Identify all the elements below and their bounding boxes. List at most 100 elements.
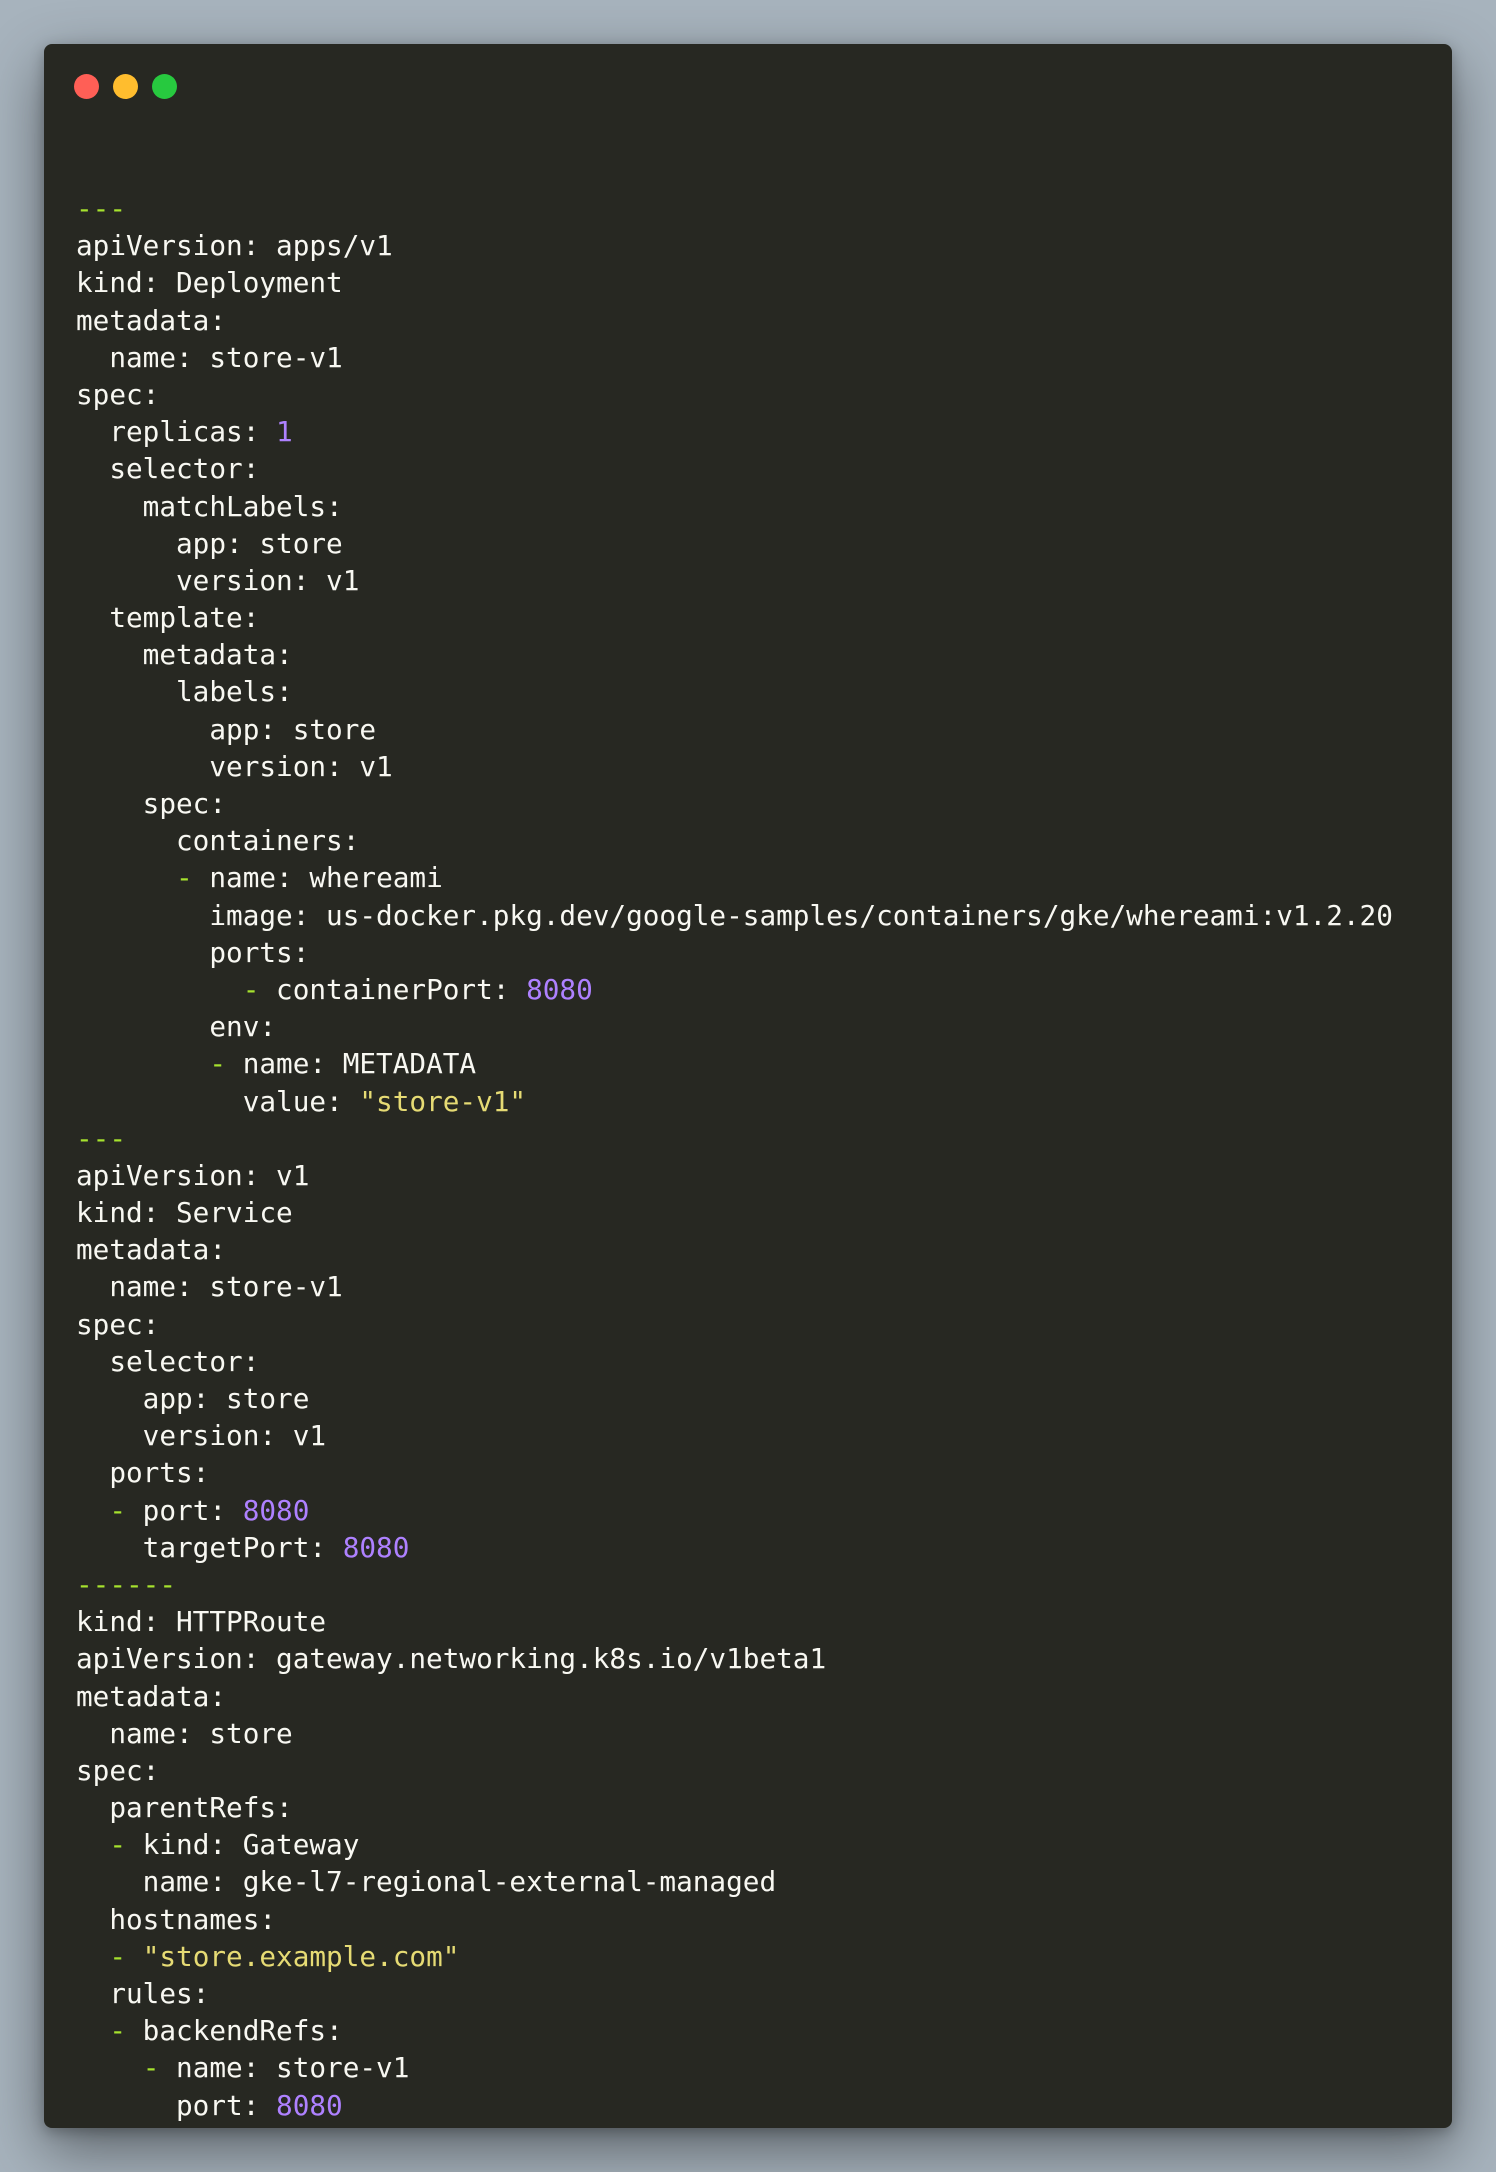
code-token: name: METADATA — [226, 1047, 477, 1081]
code-token: matchLabels: — [76, 489, 343, 523]
code-line: rules: — [76, 1975, 1393, 2012]
code-token: metadata: — [76, 1679, 227, 1713]
code-token: env: — [76, 1010, 277, 1044]
code-token: - — [176, 861, 193, 895]
code-line: - name: whereami — [76, 859, 1393, 896]
code-line: - port: 8080 — [76, 1492, 1393, 1529]
code-line: metadata: — [76, 1678, 1393, 1715]
code-line: kind: Deployment — [76, 264, 1393, 301]
code-token: --- — [76, 192, 127, 225]
code-token: metadata: — [76, 638, 293, 672]
code-line: --- — [76, 190, 1393, 227]
code-line: containers: — [76, 822, 1393, 859]
code-line: metadata: — [76, 302, 1393, 339]
code-line: ------ — [76, 1566, 1393, 1603]
code-token: hostnames: — [76, 1902, 277, 1936]
code-token: 8080 — [276, 2088, 343, 2122]
code-token: - — [109, 1939, 127, 1973]
code-line: - "store.example.com" — [76, 1938, 1393, 1975]
code-token: replicas: — [76, 415, 277, 449]
code-token: app: store — [76, 526, 343, 560]
code-token: labels: — [76, 675, 293, 709]
code-token: apiVersion: apps/v1 — [76, 229, 393, 263]
code-line: selector: — [76, 1343, 1393, 1380]
code-token: 8080 — [342, 1530, 410, 1564]
code-token: --- — [76, 1121, 127, 1155]
code-line: port: 8080 — [76, 2087, 1393, 2124]
code-token: image: us-docker.pkg.dev/google-samples/… — [76, 898, 1393, 932]
code-line: ports: — [76, 1454, 1393, 1491]
code-token: name: store — [76, 1716, 293, 1750]
code-line: ports: — [76, 934, 1393, 971]
code-token: - — [209, 1047, 227, 1081]
code-line: spec: — [76, 1306, 1393, 1343]
code-token: name: whereami — [192, 861, 443, 895]
code-line: app: store — [76, 1380, 1393, 1417]
code-token: name: store-v1 — [76, 340, 343, 374]
code-token: "store.example.com" — [142, 1939, 460, 1973]
code-line: - name: store-v1 — [76, 2049, 1393, 2086]
maximize-button[interactable] — [152, 74, 177, 99]
code-token: name: store-v1 — [159, 2051, 410, 2085]
code-line: value: "store-v1" — [76, 1083, 1393, 1120]
code-line: --- — [76, 1120, 1393, 1157]
code-line: app: store — [76, 711, 1393, 748]
code-token: - — [142, 2051, 160, 2085]
code-token: name: gke-l7-regional-external-managed — [76, 1865, 777, 1899]
code-line: spec: — [76, 376, 1393, 413]
code-token: ------ — [76, 1567, 177, 1601]
code-token: backendRefs: — [126, 2014, 343, 2048]
code-line: name: gke-l7-regional-external-managed — [76, 1863, 1393, 1900]
code-token: - — [109, 1493, 127, 1527]
code-token: parentRefs: — [76, 1791, 293, 1825]
code-token: metadata: — [76, 1233, 227, 1267]
window-controls — [74, 74, 177, 100]
code-line: spec: — [76, 1752, 1393, 1789]
code-token: - — [109, 1828, 127, 1862]
code-line: - kind: Gateway — [76, 1826, 1393, 1863]
code-token: containers: — [76, 824, 360, 858]
code-line: hostnames: — [76, 1901, 1393, 1938]
code-block: --- apiVersion: apps/v1 kind: Deployment me… — [76, 190, 1393, 2124]
code-token: containerPort: — [259, 972, 527, 1006]
code-line: selector: — [76, 450, 1393, 487]
code-token: kind: Service — [76, 1196, 293, 1230]
code-line: metadata: — [76, 636, 1393, 673]
code-token: apiVersion: v1 — [76, 1158, 310, 1192]
code-token: - — [242, 972, 260, 1006]
code-token: template: — [76, 601, 260, 635]
code-token: app: store — [76, 1382, 310, 1415]
code-token: selector: — [76, 452, 260, 486]
code-line: env: — [76, 1008, 1393, 1045]
close-button[interactable] — [74, 74, 99, 99]
code-line: metadata: — [76, 1231, 1393, 1268]
code-line: apiVersion: gateway.networking.k8s.io/v1… — [76, 1640, 1393, 1677]
code-token: version: v1 — [76, 563, 360, 597]
code-token: 1 — [276, 415, 293, 449]
code-token: metadata: — [76, 303, 227, 337]
code-token: spec: — [76, 787, 227, 820]
code-token: app: store — [76, 712, 377, 746]
code-token: rules: — [76, 1977, 210, 2010]
code-line: image: us-docker.pkg.dev/google-samples/… — [76, 897, 1393, 934]
code-token: spec: — [76, 1753, 160, 1787]
code-token: 8080 — [242, 1493, 310, 1527]
code-token: ports: — [76, 1456, 210, 1490]
code-line: apiVersion: v1 — [76, 1157, 1393, 1194]
code-token: version: v1 — [76, 1419, 327, 1453]
code-token: port: — [126, 1493, 243, 1527]
code-line: kind: Service — [76, 1194, 1393, 1231]
minimize-button[interactable] — [113, 74, 138, 99]
code-line: version: v1 — [76, 1417, 1393, 1454]
code-token: apiVersion: gateway.networking.k8s.io/v1… — [76, 1642, 827, 1676]
code-token: spec: — [76, 1307, 160, 1341]
code-token: value: — [76, 1084, 360, 1118]
